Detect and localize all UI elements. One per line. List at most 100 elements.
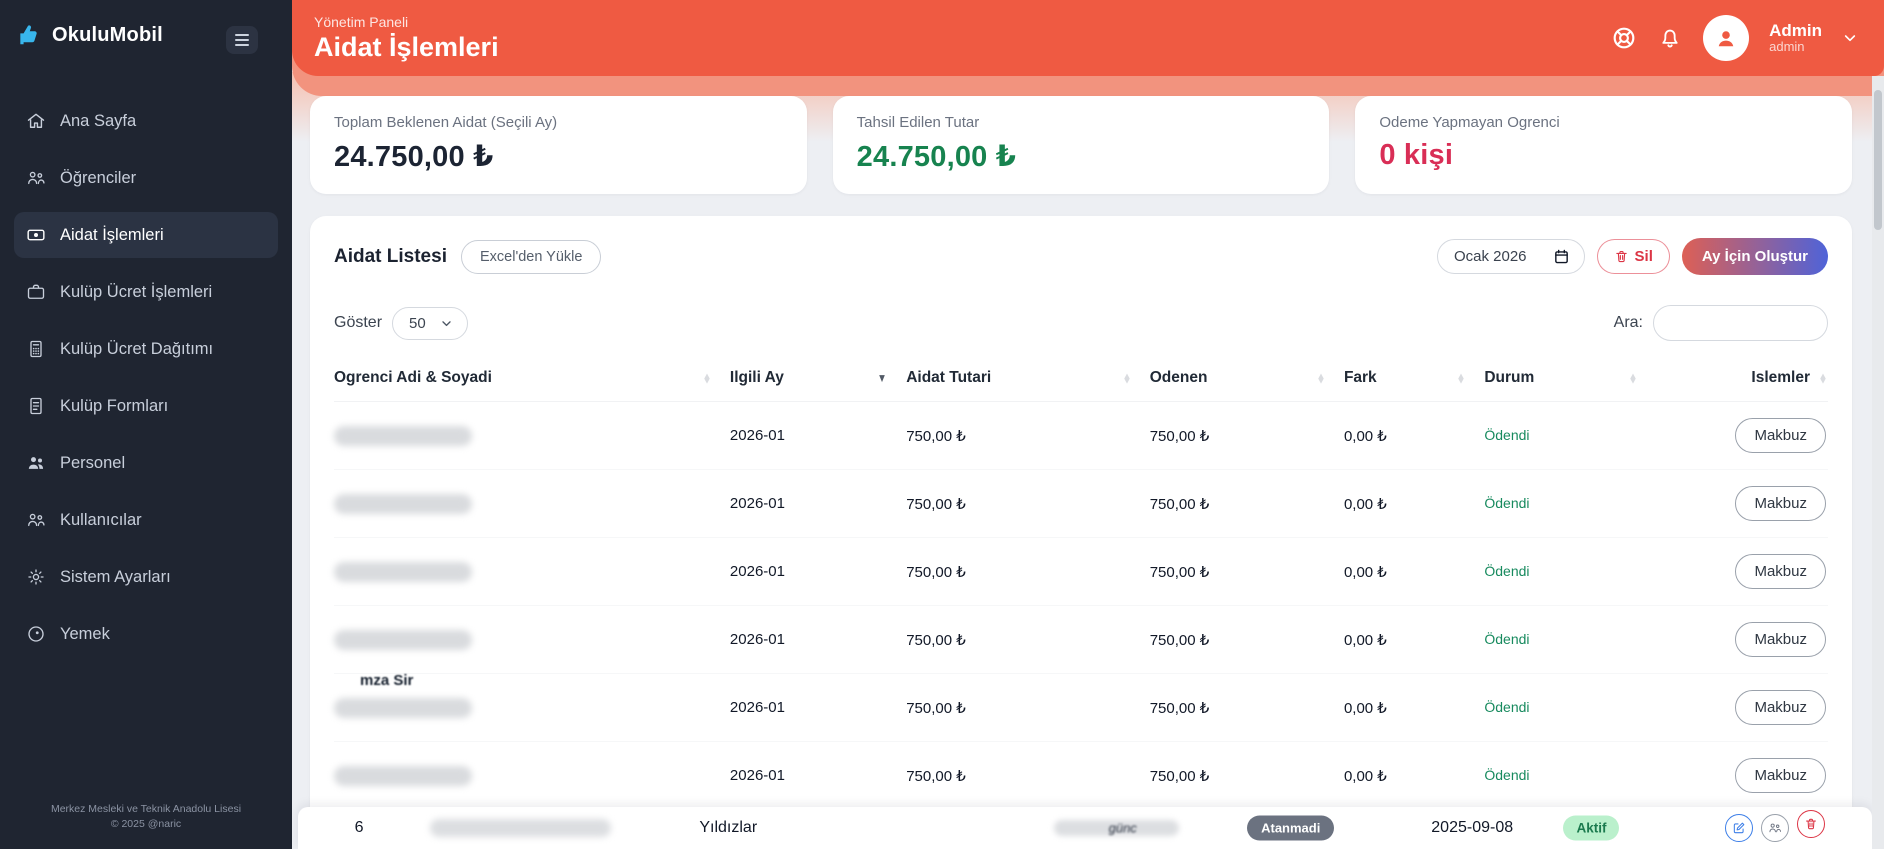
help-icon[interactable]	[1611, 25, 1637, 51]
delete-button[interactable]: Sil	[1596, 239, 1670, 274]
people-icon	[1768, 821, 1782, 835]
receipt-button[interactable]: Makbuz	[1735, 690, 1826, 725]
avatar[interactable]	[1703, 15, 1750, 61]
status-paid-label: Ödendi	[1484, 767, 1530, 783]
app-title: OkuluMobil	[52, 23, 163, 46]
user-menu[interactable]: Admin admin	[1769, 21, 1822, 55]
column-header-diff[interactable]: Fark ◆	[1343, 357, 1485, 402]
sidebar-item-kulüp-ücret-i̇şlemleri[interactable]: Kulüp Ücret İşlemleri	[14, 269, 278, 315]
month-picker-input[interactable]: Ocak 2026	[1436, 239, 1585, 274]
month-value: Ocak 2026	[1453, 248, 1527, 265]
sort-icon: ◆	[704, 370, 710, 385]
receipt-button[interactable]: Makbuz	[1735, 622, 1826, 657]
stat-card-expected: Toplam Beklenen Aidat (Seçili Ay) 24.750…	[310, 96, 807, 194]
sidebar-item-kulüp-ücret-dağıtımı[interactable]: Kulüp Ücret Dağıtımı	[14, 326, 278, 372]
cell-month: 2026-01	[729, 605, 907, 674]
sidebar-item-icon	[26, 510, 46, 530]
cell-student-name	[334, 401, 730, 470]
sidebar-toggle-button[interactable]	[226, 26, 258, 54]
stat-value: 24.750,00 ₺	[334, 141, 494, 173]
cell-student-name	[334, 605, 730, 674]
column-header-status[interactable]: Durum ◆	[1484, 357, 1657, 402]
delete-row-button[interactable]	[1796, 810, 1825, 838]
sidebar-item-kulüp-formları[interactable]: Kulüp Formları	[14, 383, 278, 429]
receipt-button[interactable]: Makbuz	[1735, 758, 1826, 793]
notifications-bell-icon[interactable]	[1657, 25, 1683, 51]
sidebar-footer: Merkez Mesleki ve Teknik Anadolu Lisesi …	[0, 802, 292, 849]
sidebar-item-icon	[26, 396, 46, 416]
sidebar-item-label: Ana Sayfa	[60, 111, 137, 130]
column-header-amount[interactable]: Aidat Tutari ◆	[906, 357, 1150, 402]
receipt-button[interactable]: Makbuz	[1735, 554, 1826, 589]
column-header-paid[interactable]: Odenen ◆	[1149, 357, 1344, 402]
cell-month: 2026-01	[729, 741, 907, 810]
sidebar-item-personel[interactable]: Personel	[14, 440, 278, 486]
table-body: 2026-01 750,00 ₺ 750,00 ₺ 0,00 ₺ Ödendi …	[334, 401, 1828, 810]
page-size-select[interactable]: 50	[392, 306, 468, 340]
column-header-month[interactable]: Ilgili Ay ▼	[729, 357, 907, 402]
row-number: 6	[354, 819, 364, 836]
column-header-name[interactable]: Ogrenci Adi & Soyadi ◆	[334, 357, 730, 402]
table-row: 2026-01 750,00 ₺ 750,00 ₺ 0,00 ₺ Ödendi …	[334, 469, 1828, 538]
redacted-name	[334, 765, 472, 786]
sidebar-menu: Ana Sayfa Öğrenciler Aidat İşlemleri Kul…	[0, 98, 292, 802]
redacted-name	[334, 425, 472, 446]
cell-paid: 750,00 ₺	[1149, 537, 1344, 606]
dues-table: Ogrenci Adi & Soyadi ◆ Ilgili Ay ▼ Aidat T…	[334, 357, 1828, 810]
stat-card-unpaid: Odeme Yapmayan Ogrenci 0 kişi	[1355, 96, 1853, 194]
stat-label: Toplam Beklenen Aidat (Seçili Ay)	[334, 114, 558, 131]
page-title: Aidat İşlemleri	[314, 31, 499, 62]
chevron-down-icon[interactable]	[1842, 30, 1858, 46]
sidebar-item-label: Öğrenciler	[60, 168, 137, 187]
members-button[interactable]	[1760, 814, 1789, 842]
cell-paid: 750,00 ₺	[1149, 469, 1344, 538]
sidebar-item-yemek[interactable]: Yemek	[14, 611, 278, 657]
cell-diff: 0,00 ₺	[1343, 401, 1485, 470]
sidebar-item-kullanıcılar[interactable]: Kullanıcılar	[14, 497, 278, 543]
stat-label: Tahsil Edilen Tutar	[856, 114, 980, 131]
receipt-button[interactable]: Makbuz	[1735, 486, 1826, 521]
trash-icon	[1614, 249, 1629, 264]
sidebar-item-aidat-i̇şlemleri[interactable]: Aidat İşlemleri	[14, 212, 278, 258]
sort-icon: ◆	[1630, 370, 1636, 385]
name-fragment: mza Sir	[360, 672, 414, 689]
cell-student-name: mza Sir	[334, 672, 730, 742]
cell-student-name	[334, 741, 730, 810]
edit-button[interactable]	[1724, 814, 1753, 842]
breadcrumb: Yönetim Paneli	[314, 13, 409, 30]
user-name: Admin	[1769, 20, 1822, 40]
status-paid-label: Ödendi	[1484, 495, 1530, 511]
dues-list-card: Aidat Listesi Excel'den Yükle Ocak 2026 …	[310, 216, 1852, 849]
page-scrollbar[interactable]	[1872, 76, 1884, 849]
search-label: Ara:	[1613, 314, 1643, 331]
list-toolbar: Aidat Listesi Excel'den Yükle Ocak 2026 …	[334, 238, 1828, 275]
cell-diff: 0,00 ₺	[1343, 469, 1485, 538]
sidebar-item-sistem-ayarları[interactable]: Sistem Ayarları	[14, 554, 278, 600]
sidebar-item-ana-sayfa[interactable]: Ana Sayfa	[14, 98, 278, 144]
column-header-actions[interactable]: Islemler ◆	[1656, 357, 1828, 402]
sidebar-item-label: Aidat İşlemleri	[60, 225, 164, 244]
receipt-button[interactable]: Makbuz	[1735, 418, 1826, 453]
delete-button-label: Sil	[1634, 248, 1653, 265]
stat-cards: Toplam Beklenen Aidat (Seçili Ay) 24.750…	[310, 96, 1853, 194]
show-label: Göster	[334, 314, 383, 331]
excel-upload-button[interactable]: Excel'den Yükle	[460, 239, 602, 274]
create-for-month-button[interactable]: Ay İçin Oluştur	[1681, 238, 1828, 275]
thumbs-up-logo-icon	[20, 25, 37, 45]
stat-card-collected: Tahsil Edilen Tutar 24.750,00 ₺	[832, 96, 1330, 194]
sidebar-item-label: Kulüp Ücret İşlemleri	[60, 282, 213, 301]
cell-paid: 750,00 ₺	[1149, 605, 1344, 674]
sort-icon-active: ▼	[877, 371, 888, 385]
sidebar-item-label: Yemek	[60, 624, 110, 643]
cell-amount: 750,00 ₺	[906, 741, 1150, 810]
sort-icon: ◆	[1123, 370, 1130, 385]
sidebar-item-öğrenciler[interactable]: Öğrenciler	[14, 155, 278, 201]
sidebar-item-icon	[26, 168, 46, 188]
scrollbar-thumb[interactable]	[1874, 90, 1882, 230]
sidebar-item-icon	[26, 567, 46, 587]
copyright: © 2025 @naric	[110, 818, 182, 831]
cell-diff: 0,00 ₺	[1343, 605, 1485, 674]
search-input[interactable]	[1653, 305, 1828, 341]
chevron-down-icon	[440, 317, 453, 330]
assignment-badge: Atanmadi	[1247, 815, 1335, 841]
